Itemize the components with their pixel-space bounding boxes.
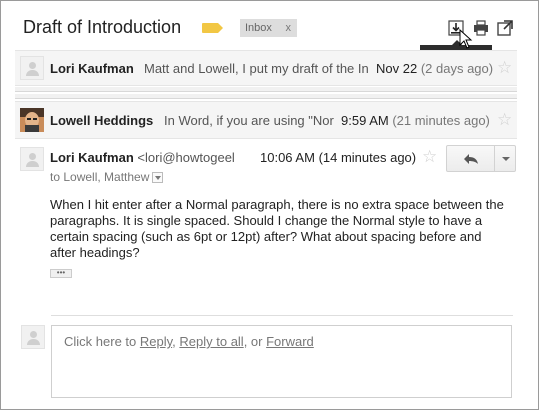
star-icon[interactable]: ☆ <box>497 59 512 76</box>
message-snippet: Matt and Lowell, I put my draft of the I… <box>144 61 369 76</box>
reply-button[interactable] <box>446 145 495 172</box>
reply-separator: , or <box>243 334 267 349</box>
message-header: Lori Kaufman <lori@howtogeel <box>50 150 235 165</box>
collapsed-message-row[interactable]: Lori Kaufman Matt and Lowell, I put my d… <box>15 50 517 86</box>
avatar <box>20 108 44 132</box>
message-date-relative: (14 minutes ago) <box>318 150 417 165</box>
recipients-line: to Lowell, Matthew <box>50 170 164 184</box>
reply-link[interactable]: Reply <box>140 334 172 349</box>
reply-prompt-text: Click here to <box>64 334 140 349</box>
new-window-icon[interactable] <box>497 20 513 36</box>
recipients-text: to Lowell, Matthew <box>50 170 150 184</box>
message-date-value: Nov 22 <box>376 61 418 76</box>
message-date: 10:06 AM (14 minutes ago) <box>260 150 416 165</box>
label-tag-icon[interactable] <box>202 23 223 33</box>
message-body: When I hit enter after a Normal paragrap… <box>50 197 504 260</box>
thread-divider <box>15 87 517 92</box>
reply-prompt: Click here to Reply, Reply to all, or Fo… <box>64 334 314 349</box>
message-sender: Lowell Heddings <box>50 113 154 128</box>
print-icon[interactable] <box>473 20 489 36</box>
message-date: 9:59 AM (21 minutes ago) <box>341 113 490 128</box>
reply-all-link[interactable]: Reply to all <box>179 334 243 349</box>
collapsed-message-row[interactable]: Lowell Heddings In Word, if you are usin… <box>15 101 517 139</box>
message-snippet: In Word, if you are using "Nor <box>164 113 334 128</box>
mouse-cursor-icon <box>459 29 473 49</box>
more-actions-button[interactable] <box>494 145 516 172</box>
message-date-value: 9:59 AM <box>341 113 389 128</box>
reply-divider <box>51 315 513 316</box>
thread-subject: Draft of Introduction <box>23 17 182 37</box>
open-message: Lori Kaufman <lori@howtogeel 10:06 AM (1… <box>15 139 517 299</box>
message-date-relative: (21 minutes ago) <box>392 113 490 128</box>
avatar <box>20 147 44 171</box>
avatar <box>20 56 44 80</box>
avatar <box>21 325 45 349</box>
message-sender: Lori Kaufman <box>50 150 134 165</box>
star-icon[interactable]: ☆ <box>497 111 512 128</box>
sender-email: <lori@howtogeel <box>137 150 235 165</box>
message-date-relative: (2 days ago) <box>420 61 494 76</box>
message-sender: Lori Kaufman <box>50 61 134 76</box>
remove-label-icon[interactable]: x <box>286 19 292 37</box>
reply-arrow-icon <box>464 154 478 164</box>
message-date: Nov 22 (2 days ago) <box>376 61 493 76</box>
inbox-label-text: Inbox <box>245 22 272 34</box>
show-details-dropdown-icon[interactable] <box>152 172 164 184</box>
forward-link[interactable]: Forward <box>266 334 314 349</box>
reply-box[interactable]: Click here to Reply, Reply to all, or Fo… <box>51 325 512 398</box>
star-icon[interactable]: ☆ <box>422 148 437 165</box>
thread-divider <box>15 94 517 99</box>
inbox-label-chip[interactable]: Inbox x <box>240 19 297 37</box>
show-trimmed-content-button[interactable]: ••• <box>50 269 72 278</box>
message-date-value: 10:06 AM <box>260 150 315 165</box>
